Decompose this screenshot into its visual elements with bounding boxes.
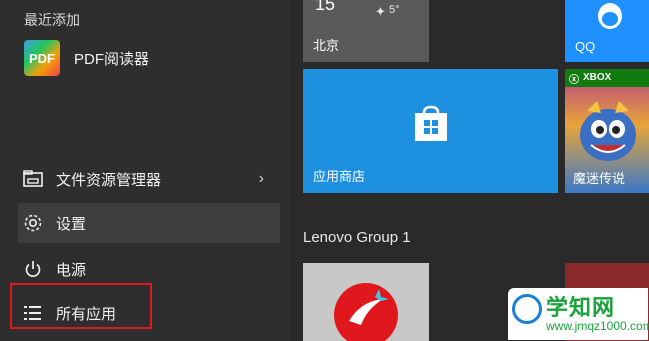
recent-app-pdf-reader[interactable]: PDF PDF阅读器 bbox=[24, 40, 149, 76]
recently-added-label: 最近添加 bbox=[24, 12, 80, 28]
site-watermark: 学知网 www.jmqz1000.com bbox=[508, 288, 649, 340]
chevron-right-icon[interactable]: › bbox=[259, 170, 264, 188]
menu-item-label: 文件资源管理器 bbox=[56, 171, 162, 189]
all-apps-highlight-box bbox=[10, 283, 152, 329]
xbox-game-tile[interactable]: ⓧ XBOX 魔迷传说 bbox=[565, 69, 649, 193]
xbox-game-label: 魔迷传说 bbox=[573, 171, 626, 186]
file-explorer-icon bbox=[22, 168, 44, 190]
xbox-label: XBOX bbox=[583, 72, 612, 83]
qq-tile[interactable]: QQ bbox=[565, 0, 649, 62]
watermark-title: 学知网 bbox=[546, 295, 616, 320]
weather-low-temp: 5° bbox=[389, 4, 400, 16]
start-menu-left-pane: 最近添加 PDF PDF阅读器 文件资源管理器 › 设置 电源 所有应用 bbox=[0, 0, 290, 341]
game-character-art bbox=[580, 101, 636, 161]
qq-tile-label: QQ bbox=[575, 39, 596, 54]
lenovo-app-tile[interactable] bbox=[303, 263, 429, 341]
xbox-logo-icon: ⓧ bbox=[569, 75, 579, 86]
menu-item-label: 设置 bbox=[56, 215, 87, 233]
store-tile[interactable]: 应用商店 bbox=[303, 69, 558, 193]
menu-item-file-explorer[interactable]: 文件资源管理器 › bbox=[18, 159, 280, 199]
watermark-logo-icon bbox=[512, 294, 542, 324]
weather-temp: 15 bbox=[315, 0, 336, 14]
weather-city-label: 北京 bbox=[313, 38, 340, 53]
tile-group-label: Lenovo Group 1 bbox=[303, 229, 411, 246]
qq-penguin-icon bbox=[598, 3, 622, 29]
power-icon bbox=[22, 258, 44, 280]
store-tile-label: 应用商店 bbox=[313, 169, 366, 184]
store-bag-icon bbox=[415, 105, 447, 141]
weather-tile[interactable]: 15 ✦ 5° 北京 bbox=[303, 0, 429, 62]
recent-app-label: PDF阅读器 bbox=[74, 50, 150, 68]
menu-item-label: 电源 bbox=[56, 261, 87, 279]
pdf-reader-icon: PDF bbox=[24, 40, 60, 76]
watermark-url: www.jmqz1000.com bbox=[546, 319, 649, 333]
weather-condition-icon: ✦ bbox=[375, 4, 386, 19]
lenovo-app-icon bbox=[334, 283, 398, 341]
menu-item-settings[interactable]: 设置 bbox=[18, 203, 280, 243]
gear-icon bbox=[22, 212, 44, 234]
